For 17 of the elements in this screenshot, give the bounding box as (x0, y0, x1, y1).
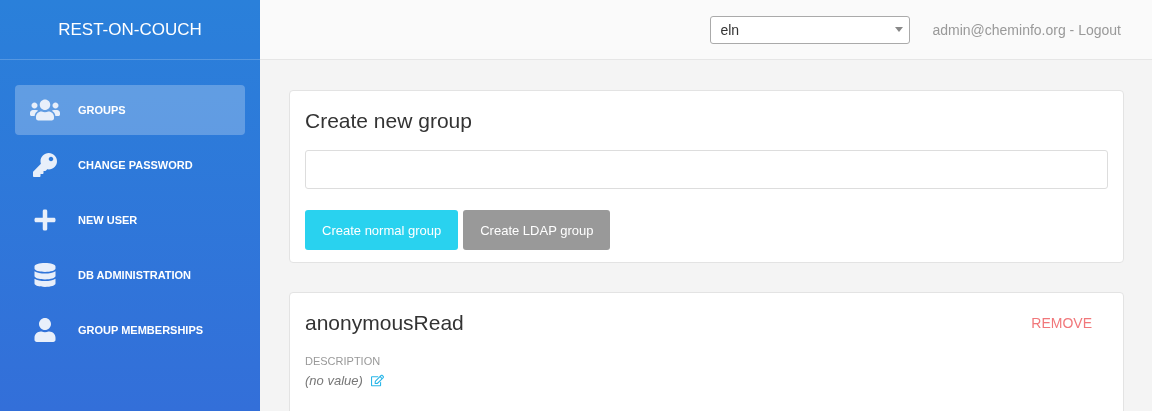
remove-button[interactable]: REMOVE (1031, 315, 1108, 331)
database-select[interactable]: eln (710, 15, 911, 44)
key-icon (30, 153, 60, 177)
group-name: anonymousRead (305, 311, 464, 335)
sidebar-item[interactable]: GROUPS (15, 85, 245, 135)
description-value: (no value) (305, 373, 363, 388)
sidebar-item[interactable]: GROUP MEMBERSHIPS (15, 305, 245, 355)
description-label: DESCRIPTION (305, 355, 382, 367)
caret-icon (895, 27, 904, 32)
sidebar-item[interactable]: NEW USER (15, 195, 245, 245)
group-name-field[interactable] (305, 150, 1108, 189)
sidebar-item[interactable]: DB ADMINISTRATION (15, 250, 245, 300)
user-logout-link[interactable]: admin@cheminfo.org - Logout (932, 21, 1121, 38)
edit-icon[interactable] (370, 374, 384, 387)
create-group-button[interactable]: Create LDAP group (463, 210, 611, 250)
card-title: Create new group (305, 109, 473, 133)
sidebar-item[interactable]: CHANGE PASSWORD (15, 140, 245, 190)
